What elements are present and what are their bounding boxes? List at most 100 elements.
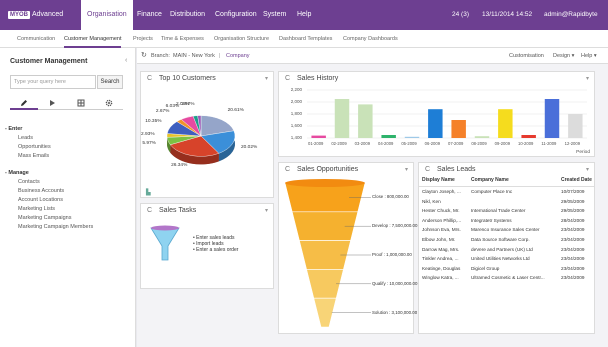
x-tick-label: 03-2009 <box>354 141 371 146</box>
sidebar-item-account-locations[interactable]: Account Locations <box>18 197 63 203</box>
header-divider <box>419 186 594 187</box>
funnel-stage-label: Qualify : 10,000,000.00 <box>372 280 418 286</box>
table-row[interactable]: Clayton Joseph, ... Computer Place Inc 10/… <box>419 189 594 198</box>
table-cell: Data Source Software Corp. <box>471 237 530 242</box>
table-row[interactable]: Darrow Mag, Mrs. deVere and Partners (UK)… <box>419 246 594 256</box>
widget-refresh-icon[interactable]: C <box>425 166 430 173</box>
branch-name[interactable]: MAIN - New York <box>173 48 215 64</box>
subnav-projects[interactable]: Projects <box>133 30 153 48</box>
notifications-count[interactable]: 24 (3) <box>452 0 469 30</box>
nav-finance[interactable]: Finance <box>137 0 162 30</box>
table-cell: Clayton Joseph, ... <box>422 189 461 194</box>
y-tick-label: 1,600 <box>290 123 302 128</box>
subnav-communication[interactable]: Communication <box>17 30 55 48</box>
sidebar-item-opportunities[interactable]: Opportunities <box>18 144 51 150</box>
widget-collapse-icon[interactable]: ▾ <box>586 75 589 82</box>
task-enter-sales-order[interactable]: • Enter a sales order <box>193 247 238 253</box>
sales-history-bar[interactable] <box>311 135 326 138</box>
subnav-dashboard-templates[interactable]: Dashboard Templates <box>279 30 332 48</box>
sidebar-item-mass-emails[interactable]: Mass Emails <box>18 153 49 159</box>
sales-history-bar[interactable] <box>404 136 420 138</box>
nav-distribution[interactable]: Distribution <box>170 0 205 30</box>
nav-configuration[interactable]: Configuration <box>215 0 257 30</box>
subnav-organisation-structure[interactable]: Organisation Structure <box>214 30 269 48</box>
table-cell: 23/04/2009 <box>561 227 585 233</box>
sidebar-item-marketing-lists[interactable]: Marketing Lists <box>18 206 55 212</box>
sales-history-bar[interactable] <box>568 114 583 138</box>
sidebar-item-marketing-campaigns[interactable]: Marketing Campaigns <box>18 215 72 221</box>
widget-collapse-icon[interactable]: ▾ <box>405 166 408 173</box>
refresh-icon[interactable]: ↻ <box>141 48 147 64</box>
widget-refresh-icon[interactable]: C <box>285 75 290 82</box>
pie-slice-label: 26.34% <box>171 163 188 169</box>
user-menu[interactable]: admin@Rapidbyte AU <box>544 0 608 48</box>
sales-history-widget: C Sales History ▾ 1,400 1,600 1,800 2,000 2,… <box>278 71 595 157</box>
sales-history-bar[interactable] <box>358 104 373 138</box>
sidebar-item-marketing-campaign-members[interactable]: Marketing Campaign Members <box>18 224 93 230</box>
play-icon[interactable] <box>38 96 66 110</box>
nav-help[interactable]: Help <box>297 0 311 30</box>
subnav-customer-management[interactable]: Customer Management <box>64 30 122 48</box>
table-cell: Computer Place Inc <box>471 189 513 194</box>
funnel-rim <box>285 179 365 187</box>
company-name[interactable]: Company <box>226 48 250 64</box>
table-row[interactable]: Winglow Katra, ... Ultramed Cosmetic & La… <box>419 275 594 284</box>
table-cell: Integratetr Systems <box>471 217 512 223</box>
customisation-link[interactable]: Customisation <box>509 48 544 64</box>
help-menu[interactable]: Help ▾ <box>581 48 597 64</box>
table-row[interactable]: Keatinge, Douglas Digicel Group 23/04/2009 <box>419 266 594 275</box>
widget-refresh-icon[interactable]: C <box>147 75 152 82</box>
gear-icon[interactable] <box>95 96 123 110</box>
sidebar-section-enter[interactable]: - Enter <box>5 126 22 132</box>
x-tick-label: 05-2009 <box>401 141 417 146</box>
subnav-company-dashboards[interactable]: Company Dashboards <box>343 30 398 48</box>
table-row[interactable]: Elbow John, Mr. Data Source Software Corp… <box>419 237 594 246</box>
column-header-company-name[interactable]: Company Name <box>471 177 509 183</box>
myob-logo[interactable]: MYOB Advanced <box>8 8 63 21</box>
sidebar-section-manage[interactable]: - Manage <box>5 170 29 176</box>
table-row[interactable]: Johnson Eva, Mrs. Marenco Insurance Sales… <box>419 227 594 236</box>
sales-history-bar[interactable] <box>334 99 350 138</box>
sidebar-search-button[interactable]: Search <box>97 75 123 89</box>
sales-history-bar[interactable] <box>451 120 466 138</box>
table-row[interactable]: Anderson Phillip,... Integratetr Systems 2… <box>419 217 594 227</box>
sales-history-bar[interactable] <box>381 135 396 138</box>
sidebar-item-business-accounts[interactable]: Business Accounts <box>18 188 64 194</box>
sales-history-bar[interactable] <box>474 136 490 138</box>
table-cell: Tinkler Andrea, ... <box>422 256 459 262</box>
table-row[interactable]: Tinkler Andrea, ... United Utilities Netw… <box>419 256 594 265</box>
grid-icon[interactable] <box>67 96 95 110</box>
table-cell: 28/04/2009 <box>561 217 585 223</box>
subnav-time-expenses[interactable]: Time & Expenses <box>161 30 204 48</box>
y-tick-label: 2,000 <box>290 99 302 104</box>
column-header-created-date[interactable]: Created Date <box>561 177 592 183</box>
sidebar-item-contacts[interactable]: Contacts <box>18 179 40 185</box>
table-row[interactable]: Hester Chuck, Mr. International Trade Cen… <box>419 208 594 217</box>
widget-collapse-icon[interactable]: ▾ <box>265 207 268 214</box>
widget-collapse-icon[interactable]: ▾ <box>586 166 589 173</box>
logo-product-name: Advanced <box>32 11 64 18</box>
sales-history-bar[interactable] <box>521 135 536 138</box>
pencil-icon[interactable] <box>10 96 38 110</box>
nav-system[interactable]: System <box>263 0 286 30</box>
widget-collapse-icon[interactable]: ▾ <box>265 75 268 82</box>
sidebar-search-input[interactable]: Type your query here <box>10 75 96 89</box>
table-cell: Hester Chuck, Mr. <box>422 208 460 214</box>
table-cell: Darrow Mag, Mrs. <box>422 246 460 252</box>
table-row[interactable]: Nikl, Ken 29/05/2009 <box>419 199 594 208</box>
sales-opportunities-widget: C Sales Opportunities ▾ Close : 800,000.… <box>278 162 418 334</box>
y-tick-label: 1,800 <box>290 111 302 116</box>
nav-organisation[interactable]: Organisation <box>81 0 133 30</box>
widget-refresh-icon[interactable]: C <box>147 207 152 214</box>
sales-history-bar[interactable] <box>498 109 513 138</box>
widget-refresh-icon[interactable]: C <box>285 166 290 173</box>
export-icon[interactable]: ▙ <box>146 189 151 196</box>
sales-history-bar[interactable] <box>428 109 443 138</box>
breadcrumb-separator: | <box>219 53 221 59</box>
collapse-sidebar-icon[interactable]: ‹ <box>125 57 127 64</box>
widget-title: Sales Tasks <box>159 207 197 214</box>
column-header-display-name[interactable]: Display Name <box>422 177 455 183</box>
design-menu[interactable]: Design ▾ <box>553 48 574 64</box>
sales-history-bar[interactable] <box>544 99 560 138</box>
sidebar-item-leads[interactable]: Leads <box>18 135 33 141</box>
